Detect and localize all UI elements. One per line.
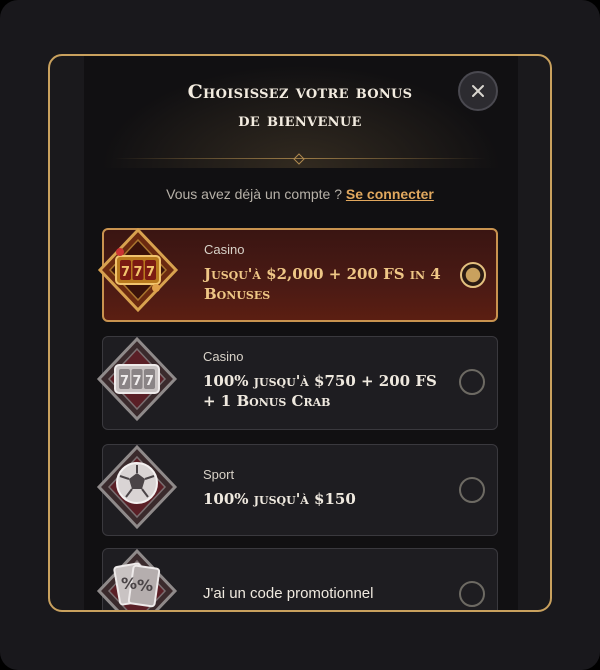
svg-text:7: 7 <box>146 265 155 280</box>
bonus-category: Casino <box>203 349 244 364</box>
bonus-title: Jusqu'à $2,000 + 200 FS in 4 Bonuses <box>204 265 441 303</box>
svg-text:7: 7 <box>133 265 142 280</box>
modal-title-line1: Choisissez votre bonus <box>187 81 413 103</box>
svg-text:7: 7 <box>121 265 130 280</box>
soccer-ball-icon <box>96 444 178 530</box>
svg-text:%: % <box>121 574 137 593</box>
welcome-bonus-modal: Choisissez votre bonus de bienvenue Vous… <box>48 54 552 612</box>
svg-text:%: % <box>137 576 153 595</box>
account-prompt: Vous avez déjà un compte ? Se connecter <box>90 186 510 202</box>
svg-text:7: 7 <box>132 374 141 389</box>
bonus-title: 100% jusqu'à $750 + 200 FS + 1 Bonus Cra… <box>203 372 437 410</box>
bonus-option-casino-2[interactable]: 7 7 7 Casino 100% jusqu'à $750 + 200 FS … <box>96 336 498 430</box>
bonus-radio[interactable] <box>459 581 485 607</box>
bonus-option-promo-code[interactable]: % % J'ai un code promotionnel <box>96 548 498 610</box>
close-icon <box>472 85 484 97</box>
account-prompt-text: Vous avez déjà un compte ? <box>166 186 343 202</box>
modal-title: Choisissez votre bonus de bienvenue <box>130 78 470 134</box>
bonus-radio[interactable] <box>459 369 485 395</box>
modal-title-line2: de bienvenue <box>238 109 362 131</box>
close-button[interactable] <box>458 71 498 111</box>
divider-ornament-icon <box>293 153 305 165</box>
bonus-category: Casino <box>204 242 245 257</box>
bonus-radio[interactable] <box>460 262 486 288</box>
bonus-title: 100% jusqu'à $150 <box>203 490 356 508</box>
svg-text:7: 7 <box>145 374 154 389</box>
bonus-option-casino-1[interactable]: 7 7 7 Casino Jusqu'à $2,000 + 200 FS in … <box>97 227 498 322</box>
promo-code-icon: % % <box>96 548 178 610</box>
slot-777-icon: 7 7 7 <box>97 227 179 313</box>
svg-text:7: 7 <box>120 374 129 389</box>
app-frame: Choisissez votre bonus de bienvenue Vous… <box>0 0 600 670</box>
bonus-category: Sport <box>203 467 235 482</box>
login-link[interactable]: Se connecter <box>346 186 434 202</box>
bonus-option-sport[interactable]: Sport 100% jusqu'à $150 <box>96 444 498 536</box>
slot-777-icon: 7 7 7 <box>96 336 178 422</box>
promo-code-label: J'ai un code promotionnel <box>203 585 374 602</box>
bonus-radio[interactable] <box>459 477 485 503</box>
